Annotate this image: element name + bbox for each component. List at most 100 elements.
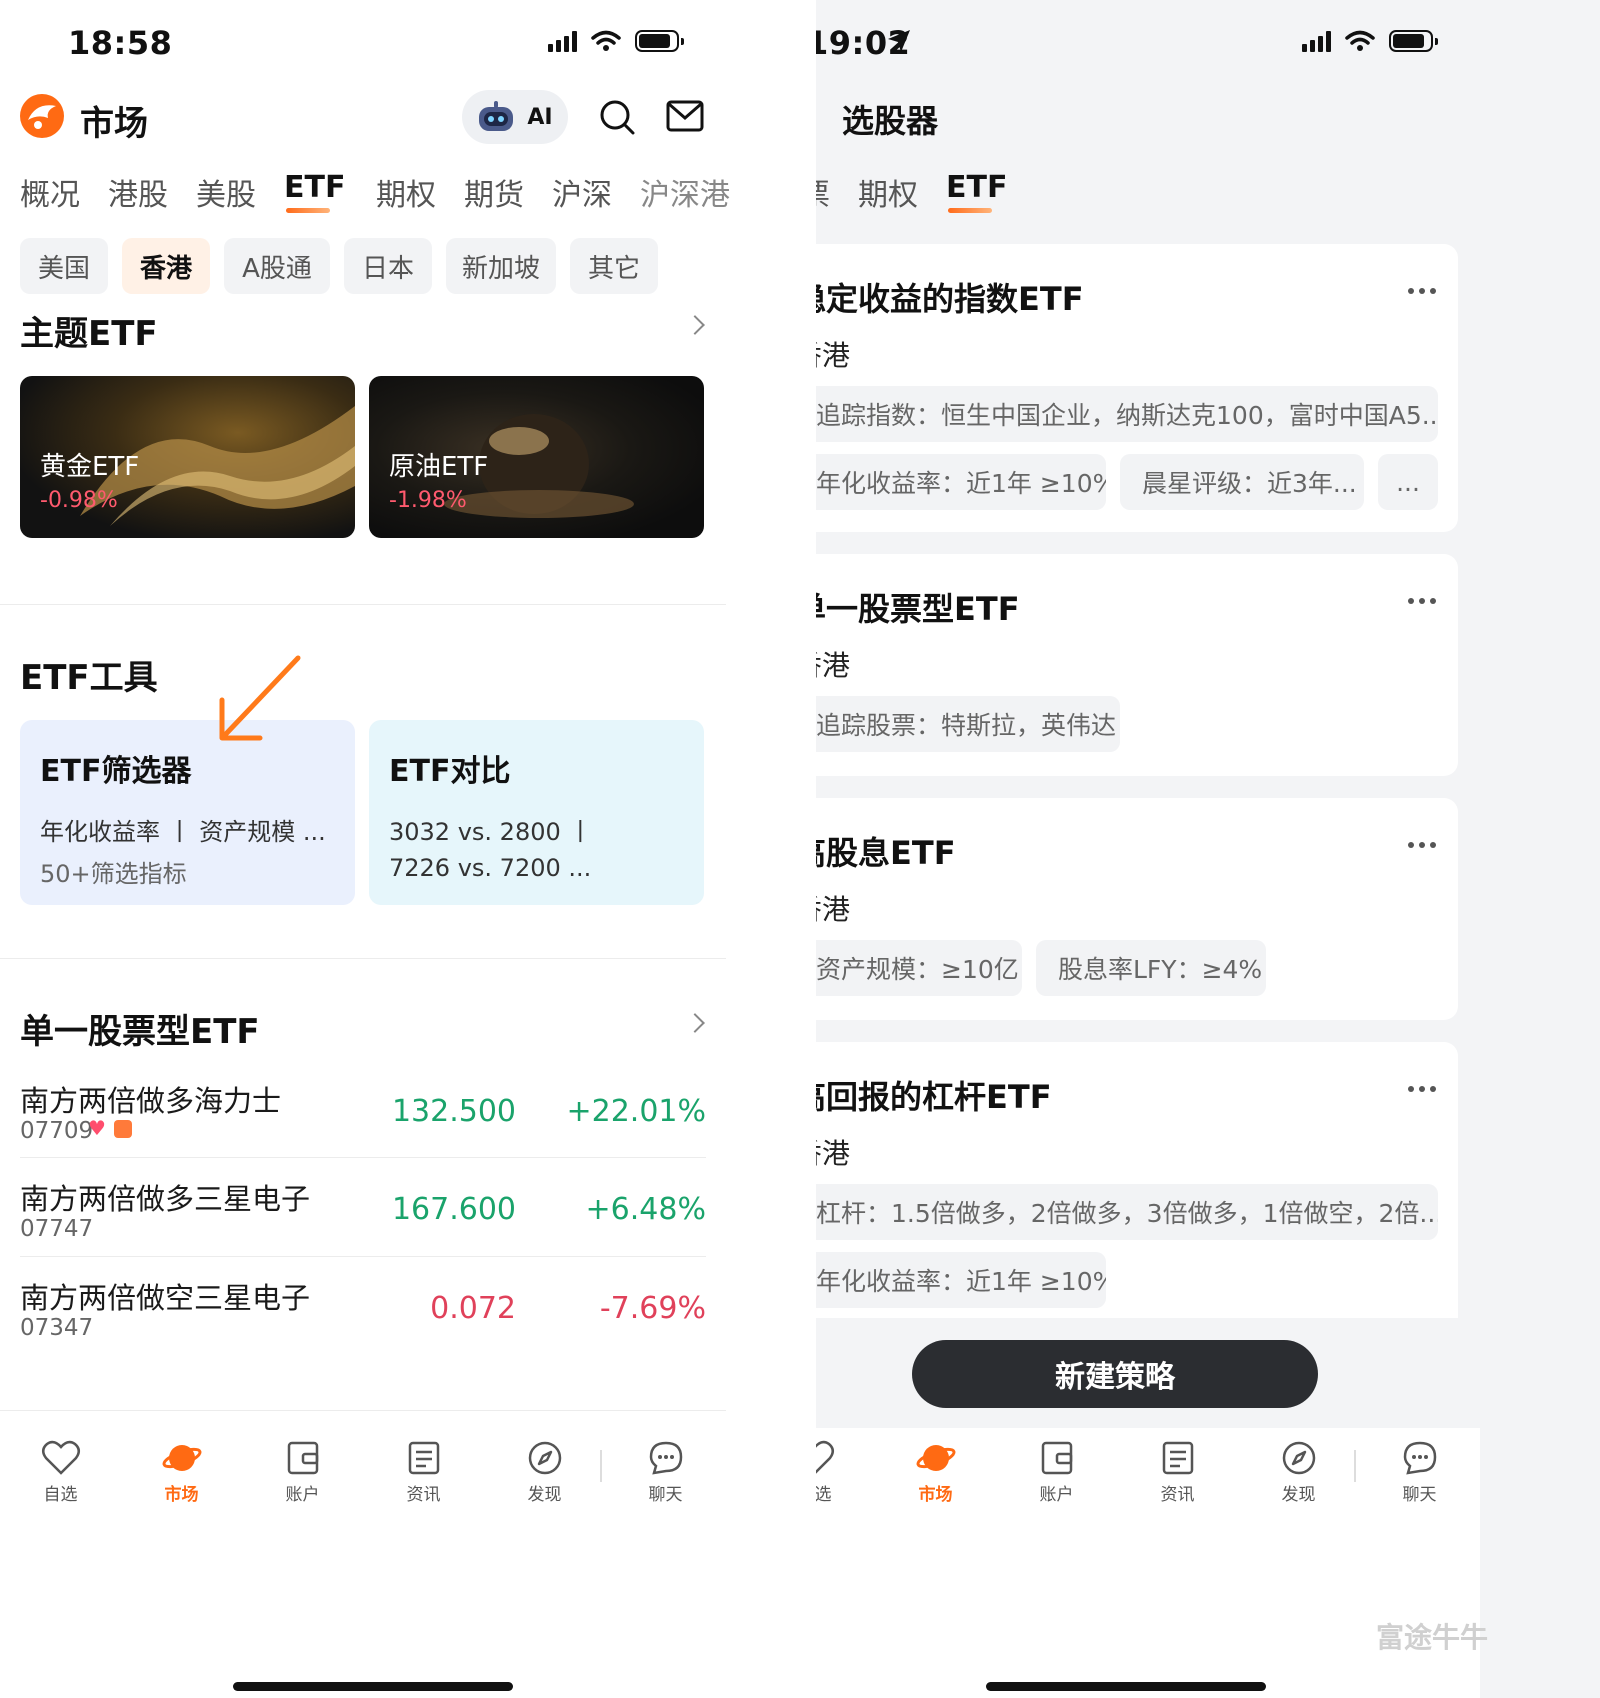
new-strategy-button[interactable]: 新建策略 <box>912 1340 1318 1408</box>
chip-a-share[interactable]: A股通 <box>224 238 330 294</box>
nav-discover[interactable]: 发现 <box>490 1440 600 1505</box>
tab-options[interactable]: 期权 <box>858 170 918 214</box>
compass-icon <box>528 1441 561 1475</box>
more-icon[interactable] <box>1408 598 1436 604</box>
single-stock-etf-title: 单一股票型ETF <box>20 1012 260 1052</box>
strategy-card[interactable]: 稳定收益的指数ETF 香港 追踪指数：恒生中国企业，纳斯达克100，富时中国A5… <box>816 244 1458 532</box>
strategy-card[interactable]: 高回报的杠杆ETF 香港 杠杆：1.5倍做多，2倍做多，3倍做多，1倍做空，2倍… <box>816 1042 1458 1342</box>
futu-logo-icon <box>20 94 64 138</box>
ai-button[interactable]: AI <box>462 90 568 144</box>
table-row[interactable]: 南方两倍做多三星电子 07747 167.600 +6.48% <box>20 1168 706 1256</box>
nav-market[interactable]: 市场 <box>881 1440 991 1505</box>
nav-news[interactable]: 资讯 <box>369 1440 479 1505</box>
etf-compare-card[interactable]: ETF对比 3032 vs. 2800 丨 7226 vs. 7200 ... <box>369 720 704 905</box>
chip-us[interactable]: 美国 <box>20 238 108 294</box>
filter-tag: 资产规模：≥10亿 <box>816 940 1022 996</box>
etf-change: +22.01% <box>566 1094 706 1129</box>
ai-label: AI <box>527 104 553 130</box>
etf-name: 南方两倍做多三星电子 <box>20 1182 311 1216</box>
gold-etf-name: 黄金ETF <box>40 452 140 482</box>
chat-icon <box>649 1441 682 1475</box>
bottom-nav: 自选 市场 账户 资讯 发现 聊天 <box>816 1440 1480 1505</box>
nav-label: 账户 <box>285 1485 320 1505</box>
tab-shszhk[interactable]: 沪深港 <box>640 170 730 214</box>
wifi-icon <box>591 30 621 51</box>
planet-icon <box>162 1445 201 1471</box>
home-indicator[interactable] <box>233 1682 513 1691</box>
strategy-region: 香港 <box>816 1137 851 1170</box>
nav-label: 市场 <box>164 1485 199 1505</box>
oil-etf-card[interactable]: 原油ETF -1.98% <box>369 376 704 538</box>
chip-hk[interactable]: 香港 <box>122 238 210 294</box>
gold-etf-card[interactable]: 黄金ETF -0.98% <box>20 376 355 538</box>
table-row[interactable]: 南方两倍做多海力士 07709 ♥ 132.500 +22.01% <box>20 1070 706 1158</box>
nav-label: 自选 <box>816 1485 832 1505</box>
mail-icon[interactable] <box>666 100 704 132</box>
oil-etf-name: 原油ETF <box>389 452 489 482</box>
wallet-icon <box>1041 1441 1072 1475</box>
heart-outline-icon <box>41 1440 80 1475</box>
more-icon[interactable] <box>1408 288 1436 294</box>
briefcase-icon <box>114 1120 132 1138</box>
chevron-right-icon[interactable] <box>685 1013 705 1033</box>
tab-etf[interactable]: ETF <box>284 170 345 205</box>
table-row[interactable]: 南方两倍做空三星电子 07347 0.072 -7.69% <box>20 1267 706 1355</box>
heart-icon: ♥ <box>88 1116 106 1140</box>
tab-hk[interactable]: 港股 <box>108 170 168 214</box>
tab-etf[interactable]: ETF <box>946 170 1007 205</box>
chip-other[interactable]: 其它 <box>570 238 658 294</box>
nav-account[interactable]: 账户 <box>248 1440 358 1505</box>
heart-outline-icon <box>816 1440 834 1474</box>
gold-etf-change: -0.98% <box>40 488 118 513</box>
filter-tag: 追踪股票：特斯拉，英伟达 <box>816 696 1120 752</box>
filter-tag: 杠杆：1.5倍做多，2倍做多，3倍做多，1倍做空，2倍... <box>816 1184 1438 1240</box>
nav-label: 资讯 <box>1160 1485 1195 1505</box>
filter-tag: 追踪指数：恒生中国企业，纳斯达克100，富时中国A5... <box>816 386 1438 442</box>
nav-news[interactable]: 资讯 <box>1123 1440 1233 1505</box>
nav-market[interactable]: 市场 <box>127 1440 237 1505</box>
nav-account[interactable]: 账户 <box>1002 1440 1112 1505</box>
tab-us[interactable]: 美股 <box>196 170 256 214</box>
more-icon[interactable] <box>1408 842 1436 848</box>
status-time: 18:58 <box>68 24 173 62</box>
tab-overview[interactable]: 概况 <box>20 170 80 214</box>
strategy-card[interactable]: 单一股票型ETF 香港 追踪股票：特斯拉，英伟达 <box>816 554 1458 776</box>
news-icon <box>408 1441 439 1475</box>
nav-watchlist[interactable]: 自选 <box>6 1440 116 1505</box>
nav-label: 聊天 <box>1402 1485 1437 1505</box>
wifi-icon <box>1345 30 1375 51</box>
home-indicator[interactable] <box>986 1682 1266 1691</box>
tab-active-indicator <box>948 208 992 213</box>
nav-watchlist[interactable]: 自选 <box>816 1440 870 1505</box>
etf-change: +6.48% <box>585 1192 706 1227</box>
nav-chat[interactable]: 聊天 <box>1365 1440 1475 1505</box>
filter-tag: 股息率LFY：≥4% <box>1036 940 1266 996</box>
nav-discover[interactable]: 发现 <box>1244 1440 1354 1505</box>
etf-screener-card[interactable]: ETF筛选器 年化收益率 丨 资产规模 ... 50+筛选指标 <box>20 720 355 905</box>
nav-label: 资讯 <box>406 1485 441 1505</box>
etf-name: 南方两倍做空三星电子 <box>20 1281 311 1315</box>
nav-chat[interactable]: 聊天 <box>611 1440 721 1505</box>
tab-futures[interactable]: 期货 <box>464 170 524 214</box>
etf-name: 南方两倍做多海力士 <box>20 1084 282 1118</box>
tab-stocks[interactable]: 股票 <box>816 170 830 214</box>
nav-separator <box>1354 1450 1356 1482</box>
strategy-region: 香港 <box>816 649 851 682</box>
bottom-nav: 自选 市场 账户 资讯 发现 聊天 <box>0 1440 726 1505</box>
nav-label: 市场 <box>918 1485 953 1505</box>
tab-shsz[interactable]: 沪深 <box>552 170 612 214</box>
screener-screen: 19:02 选股器 股票 期权 ETF 稳定收益的指数ETF 香港 追踪指数：恒… <box>816 0 1600 1698</box>
etf-screener-metrics: 50+筛选指标 <box>40 860 187 888</box>
search-icon[interactable] <box>598 98 636 136</box>
tab-active-indicator <box>286 208 330 213</box>
tab-options[interactable]: 期权 <box>376 170 436 214</box>
strategy-card[interactable]: 高股息ETF 香港 资产规模：≥10亿 股息率LFY：≥4% <box>816 798 1458 1020</box>
section-divider <box>0 1410 726 1411</box>
signal-icon <box>548 30 577 52</box>
chip-japan[interactable]: 日本 <box>344 238 432 294</box>
more-icon[interactable] <box>1408 1086 1436 1092</box>
chip-singapore[interactable]: 新加坡 <box>446 238 556 294</box>
arrow-annotation-icon <box>219 655 301 741</box>
chevron-right-icon[interactable] <box>685 315 705 335</box>
market-screen: 18:58 市场 AI 概况 港股 美股 ETF 期权 期货 沪深 沪深港 美国… <box>0 0 816 1698</box>
